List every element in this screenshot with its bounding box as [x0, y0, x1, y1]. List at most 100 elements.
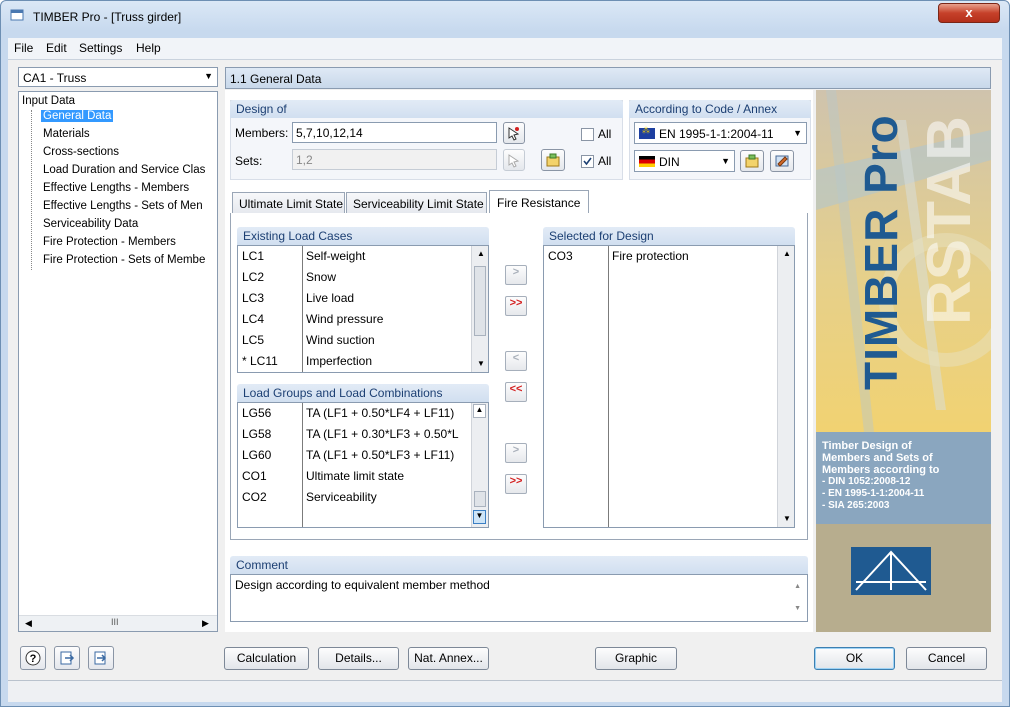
details-button[interactable]: Details...: [318, 647, 399, 670]
menu-settings[interactable]: Settings: [79, 41, 122, 55]
import-icon: [94, 651, 107, 665]
code-title: According to Code / Annex: [635, 102, 778, 116]
list-item[interactable]: LC2 Snow: [238, 267, 470, 288]
tree-horizontal-scrollbar[interactable]: ◀ III ▶: [19, 615, 217, 631]
chevron-down-icon: ▼: [793, 128, 802, 138]
list-item[interactable]: * LC11 Imperfection: [238, 351, 470, 372]
tree-item-effective-lengths-sets[interactable]: Effective Lengths - Sets of Men: [43, 200, 203, 212]
tree-item-fire-protection-sets[interactable]: Fire Protection - Sets of Membe: [43, 254, 205, 266]
list-item[interactable]: LC3 Live load: [238, 288, 470, 309]
new-annex-icon: [745, 154, 759, 168]
list-item[interactable]: LC4 Wind pressure: [238, 309, 470, 330]
tree-root[interactable]: Input Data: [22, 95, 75, 107]
graphic-button[interactable]: Graphic: [595, 647, 677, 670]
cancel-button[interactable]: Cancel: [906, 647, 987, 670]
move-all-right-button[interactable]: >>: [505, 296, 527, 316]
svg-text:?: ?: [30, 653, 37, 665]
scroll-down-icon[interactable]: ▼: [473, 510, 486, 524]
tab-fire-resistance[interactable]: Fire Resistance: [489, 190, 589, 214]
list-item[interactable]: LC1 Self-weight: [238, 246, 470, 267]
move-right-button[interactable]: >: [505, 265, 527, 285]
existing-lc-title-bar: Existing Load Cases: [237, 227, 489, 245]
tab-serviceability-limit-state[interactable]: Serviceability Limit State: [346, 192, 487, 214]
calculation-button[interactable]: Calculation: [224, 647, 309, 670]
scroll-up-icon[interactable]: ▲: [794, 583, 801, 590]
load-groups-title-bar: Load Groups and Load Combinations: [237, 384, 489, 402]
import-button[interactable]: [88, 646, 114, 670]
app-icon: [10, 9, 24, 21]
members-input[interactable]: 5,7,10,12,14: [292, 122, 497, 143]
move-all-left-button[interactable]: <<: [505, 382, 527, 402]
export-button[interactable]: [54, 646, 80, 670]
list-item[interactable]: LG56 TA (LF1 + 0.50*LF4 + LF11): [238, 403, 470, 424]
move-left-button[interactable]: <: [505, 351, 527, 371]
tree-item-fire-protection-members[interactable]: Fire Protection - Members: [43, 236, 176, 248]
column-separator: [608, 246, 609, 527]
nat-annex-button[interactable]: Nat. Annex...: [408, 647, 489, 670]
scroll-right-icon[interactable]: ▶: [202, 618, 209, 629]
existing-load-cases-list: LC1 Self-weight LC2 Snow LC3 Live load LC4 W…: [237, 245, 489, 373]
menu-help[interactable]: Help: [136, 41, 161, 55]
scroll-thumb[interactable]: [474, 491, 486, 507]
all-sets-checkbox[interactable]: [581, 155, 594, 168]
status-bar: [8, 680, 1002, 702]
menu-file[interactable]: File: [14, 41, 33, 55]
tree-item-serviceability-data[interactable]: Serviceability Data: [43, 218, 138, 230]
list-item[interactable]: LC5 Wind suction: [238, 330, 470, 351]
list-item[interactable]: CO2 Serviceability: [238, 487, 470, 508]
select-members-button[interactable]: [503, 122, 525, 144]
scroll-down-icon[interactable]: ▼: [477, 359, 485, 368]
list-item[interactable]: LG58 TA (LF1 + 0.30*LF3 + 0.50*L: [238, 424, 470, 445]
eu-flag-icon: ⁂: [639, 126, 655, 139]
annex-combo[interactable]: DIN ▼: [634, 150, 735, 172]
help-icon: ?: [25, 650, 41, 666]
case-combo[interactable]: CA1 - Truss ▼: [18, 67, 218, 87]
window-title: TIMBER Pro - [Truss girder]: [33, 10, 182, 24]
new-set-icon: [546, 153, 560, 167]
list-item[interactable]: CO1 Ultimate limit state: [238, 466, 470, 487]
product-banner: TIMBER Pro RSTAB Timber Design of Member…: [816, 90, 991, 632]
new-annex-button[interactable]: [740, 150, 764, 172]
new-set-button[interactable]: [541, 149, 565, 171]
scroll-up-icon[interactable]: ▲: [473, 404, 486, 418]
comment-textarea[interactable]: Design according to equivalent member me…: [230, 574, 808, 622]
tree-item-cross-sections[interactable]: Cross-sections: [43, 146, 119, 158]
select-sets-button[interactable]: [503, 149, 525, 171]
help-button[interactable]: ?: [20, 646, 46, 670]
list-item[interactable]: CO3 Fire protection: [544, 246, 776, 267]
tree-item-effective-lengths-members[interactable]: Effective Lengths - Members: [43, 182, 189, 194]
move-all-groups-right-button[interactable]: >>: [505, 474, 527, 494]
ok-button[interactable]: OK: [814, 647, 895, 670]
scroll-up-icon[interactable]: ▲: [477, 249, 485, 258]
scroll-down-icon[interactable]: ▼: [794, 605, 801, 612]
chevron-down-icon: ▼: [721, 156, 730, 166]
move-group-right-button[interactable]: >: [505, 443, 527, 463]
scroll-grip[interactable]: III: [111, 617, 119, 627]
scroll-up-icon[interactable]: ▲: [783, 249, 791, 258]
sets-label: Sets:: [235, 154, 263, 168]
edit-annex-button[interactable]: [770, 150, 794, 172]
tree-item-load-duration[interactable]: Load Duration and Service Clas: [43, 164, 205, 176]
all-members-checkbox[interactable]: [581, 128, 594, 141]
close-button[interactable]: x: [938, 3, 1000, 23]
comment-value: Design according to equivalent member me…: [235, 578, 490, 592]
comment-title-bar: Comment: [230, 556, 808, 574]
tree-item-general-data[interactable]: General Data: [41, 110, 114, 122]
code-value: EN 1995-1-1:2004-11: [659, 127, 774, 141]
design-of-title: Design of: [236, 102, 287, 116]
load-groups-scrollbar[interactable]: ▲ ▼: [471, 403, 488, 527]
selected-scrollbar[interactable]: ▲ ▼: [777, 246, 794, 527]
list-item[interactable]: LG60 TA (LF1 + 0.50*LF3 + LF11): [238, 445, 470, 466]
pick-icon: [508, 154, 520, 168]
sets-input[interactable]: 1,2: [292, 149, 497, 170]
scroll-thumb[interactable]: [474, 266, 486, 336]
tree-item-materials[interactable]: Materials: [43, 128, 90, 140]
menu-edit[interactable]: Edit: [46, 41, 67, 55]
scroll-left-icon[interactable]: ◀: [25, 618, 32, 629]
code-combo[interactable]: ⁂ EN 1995-1-1:2004-11 ▼: [634, 122, 807, 144]
tab-ultimate-limit-state[interactable]: Ultimate Limit State: [232, 192, 345, 214]
scroll-down-icon[interactable]: ▼: [783, 514, 791, 523]
existing-lc-scrollbar[interactable]: ▲ ▼: [471, 246, 488, 372]
load-groups-list: LG56 TA (LF1 + 0.50*LF4 + LF11) LG58 TA (L…: [237, 402, 489, 528]
title-bar: TIMBER Pro - [Truss girder] x: [1, 1, 1007, 31]
